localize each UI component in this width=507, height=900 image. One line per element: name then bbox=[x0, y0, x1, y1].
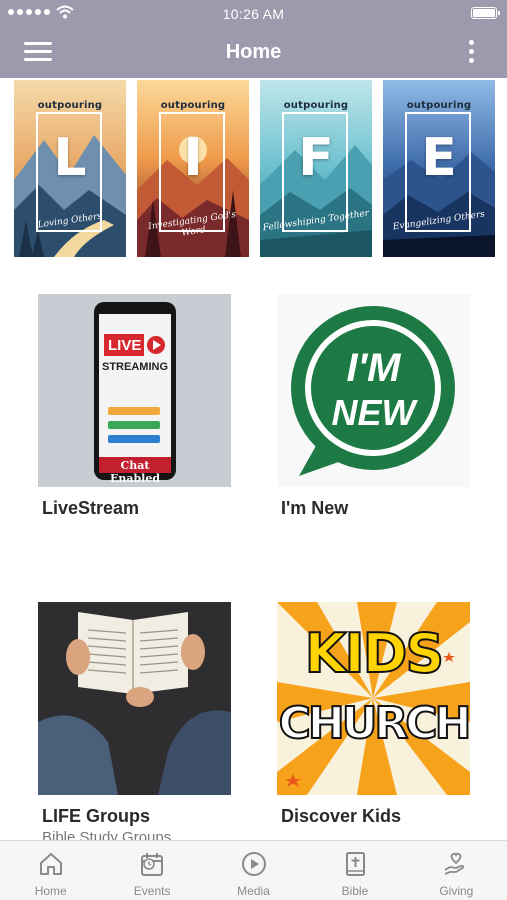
tab-label: Events bbox=[133, 884, 171, 898]
banner-letter: E bbox=[421, 128, 457, 188]
banner-letter: F bbox=[298, 128, 334, 188]
tab-label: Giving bbox=[439, 884, 474, 898]
nav-bar: Home bbox=[0, 28, 507, 78]
tab-media[interactable]: Media bbox=[203, 841, 304, 900]
livestream-chat-text: Chat Enabled bbox=[109, 459, 161, 485]
kids-church-image: KIDS CHURCH bbox=[277, 602, 470, 795]
tab-label: Bible bbox=[341, 884, 369, 898]
status-time: 10:26 AM bbox=[222, 6, 285, 22]
bible-reading-image bbox=[38, 602, 231, 795]
banner-panel-e: outpouring E Evangelizing Others bbox=[383, 80, 495, 257]
hand-heart-icon bbox=[444, 852, 465, 875]
banner-brand: outpouring bbox=[160, 100, 226, 111]
page-title: Home bbox=[225, 41, 282, 63]
tab-bible[interactable]: Bible bbox=[304, 841, 405, 900]
banner-panel-f: outpouring F Fellowshiping Together bbox=[260, 80, 372, 257]
banner-brand: outpouring bbox=[283, 100, 349, 111]
banner-panel-l: outpouring L Loving Others bbox=[14, 80, 126, 257]
banner-panel-i: outpouring I Investigating God's Word bbox=[137, 80, 249, 257]
im-new-line-2: NEW bbox=[331, 392, 416, 433]
livestream-phone-image: LIVE STREAMING Chat Enabled bbox=[38, 294, 231, 487]
im-new-line-1: I'M bbox=[346, 346, 401, 390]
life-banner[interactable]: outpouring L Loving Others outpouring I … bbox=[14, 80, 495, 257]
bible-icon bbox=[345, 852, 365, 876]
tab-events[interactable]: Events bbox=[101, 841, 202, 900]
tile-label: LIFE Groups bbox=[42, 806, 150, 826]
tab-giving[interactable]: Giving bbox=[406, 841, 507, 900]
play-circle-icon bbox=[241, 852, 266, 876]
tab-label: Media bbox=[237, 884, 270, 898]
tab-home[interactable]: Home bbox=[0, 841, 101, 900]
banner-letter: L bbox=[53, 128, 87, 188]
tile-label: LiveStream bbox=[42, 498, 140, 518]
banner-letter: I bbox=[183, 128, 203, 188]
livestream-streaming-text: STREAMING bbox=[102, 361, 168, 373]
tab-label: Home bbox=[34, 884, 67, 898]
im-new-bubble-image: I'M NEW bbox=[277, 294, 470, 487]
tab-bar: Home Events Media Bible Giving bbox=[0, 840, 507, 900]
livestream-live-text: LIVE bbox=[108, 337, 142, 354]
battery-icon bbox=[471, 7, 500, 19]
tile-label: Discover Kids bbox=[281, 806, 402, 826]
more-vertical-icon[interactable] bbox=[467, 40, 475, 66]
tile-label: I'm New bbox=[281, 498, 349, 518]
home-icon bbox=[39, 853, 62, 875]
status-bar: 10:26 AM bbox=[0, 0, 507, 28]
church-text: CHURCH bbox=[278, 697, 470, 750]
calendar-icon bbox=[141, 853, 164, 876]
banner-brand: outpouring bbox=[37, 100, 103, 111]
kids-text: KIDS bbox=[304, 621, 446, 686]
banner-brand: outpouring bbox=[406, 100, 472, 111]
